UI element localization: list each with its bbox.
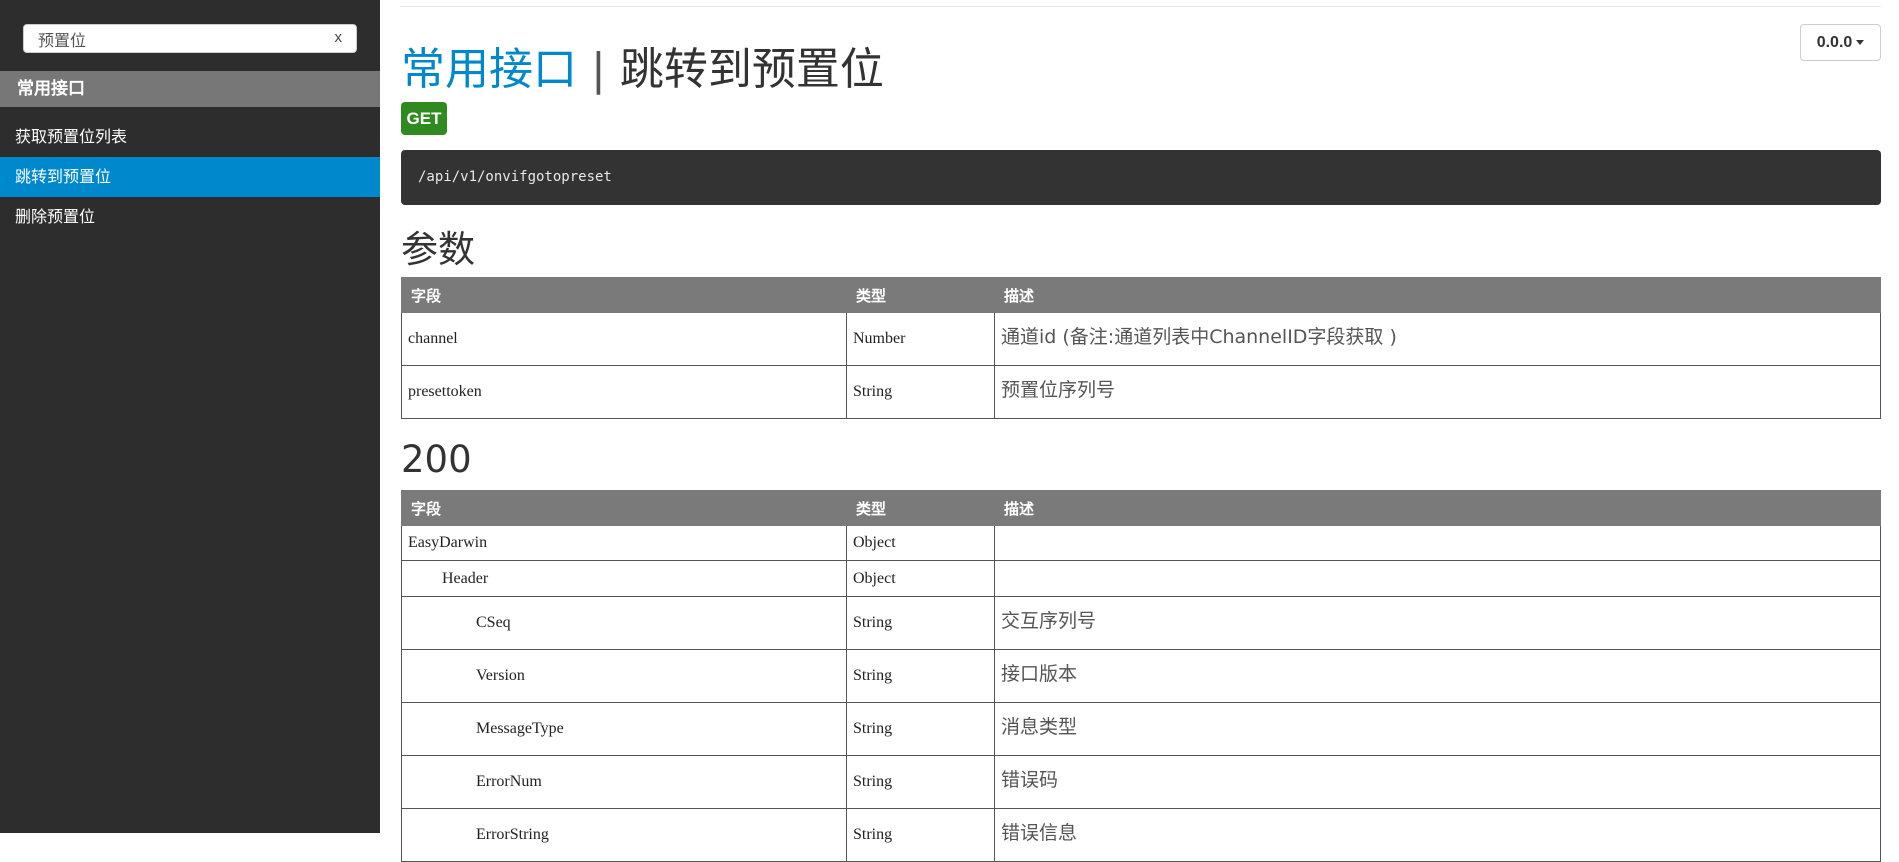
desc-cell: 交互序列号: [994, 596, 1881, 650]
nav-group-title[interactable]: 常用接口: [0, 71, 380, 107]
page-title: 常用接口 | 跳转到预置位: [401, 42, 884, 98]
table-row: MessageType String 消息类型: [401, 702, 1881, 756]
field-cell: CSeq: [401, 596, 847, 650]
column-header-type: 类型: [846, 277, 995, 313]
table-row: ErrorNum String 错误码: [401, 755, 1881, 809]
table-row: Version String 接口版本: [401, 649, 1881, 703]
table-row: CSeq String 交互序列号: [401, 596, 1881, 650]
sidebar: x 常用接口 获取预置位列表 跳转到预置位 删除预置位: [0, 0, 380, 833]
page-title-name: 跳转到预置位: [619, 44, 884, 95]
field-cell: presettoken: [401, 365, 847, 419]
response-table: 字段 类型 描述 EasyDarwin Object Header Object…: [401, 490, 1881, 862]
field-cell: MessageType: [401, 702, 847, 756]
search-input[interactable]: [24, 25, 324, 52]
field-cell: ErrorNum: [401, 755, 847, 809]
type-cell: String: [846, 365, 995, 419]
type-cell: Object: [846, 560, 995, 597]
nav-item-get-preset-list[interactable]: 获取预置位列表: [0, 117, 380, 157]
type-cell: String: [846, 755, 995, 809]
field-cell: Version: [401, 649, 847, 703]
type-cell: String: [846, 649, 995, 703]
desc-cell: 接口版本: [994, 649, 1881, 703]
desc-cell: 消息类型: [994, 702, 1881, 756]
type-cell: Number: [846, 312, 995, 366]
page-title-separator: |: [591, 44, 606, 95]
version-dropdown[interactable]: 0.0.0: [1800, 24, 1881, 61]
desc-cell: 错误码: [994, 755, 1881, 809]
field-cell: EasyDarwin: [401, 525, 847, 561]
type-cell: String: [846, 596, 995, 650]
table-row: EasyDarwin Object: [401, 525, 1881, 561]
nav-list: 获取预置位列表 跳转到预置位 删除预置位: [0, 117, 380, 237]
table-row: Header Object: [401, 560, 1881, 597]
table-header-row: 字段 类型 描述: [401, 490, 1881, 526]
chevron-down-icon: [1856, 40, 1865, 46]
column-header-desc: 描述: [994, 277, 1881, 313]
version-label: 0.0.0: [1816, 34, 1853, 51]
nav-item-goto-preset[interactable]: 跳转到预置位: [0, 157, 380, 197]
column-header-field: 字段: [401, 490, 847, 526]
table-header-row: 字段 类型 描述: [401, 277, 1881, 313]
endpoint-url: /api/v1/onvifgotopreset: [401, 150, 1881, 205]
type-cell: Object: [846, 525, 995, 561]
column-header-desc: 描述: [994, 490, 1881, 526]
desc-cell: 通道id (备注:通道列表中ChannelID字段获取 ): [994, 312, 1881, 366]
column-header-type: 类型: [846, 490, 995, 526]
table-row: ErrorString String 错误信息: [401, 808, 1881, 862]
response-section-title: 200: [401, 438, 472, 481]
desc-cell: 预置位序列号: [994, 365, 1881, 419]
field-cell: ErrorString: [401, 808, 847, 862]
desc-cell: [994, 560, 1881, 597]
type-cell: String: [846, 702, 995, 756]
divider: [400, 6, 1881, 7]
table-row: presettoken String 预置位序列号: [401, 365, 1881, 419]
params-section-title: 参数: [401, 228, 475, 271]
desc-cell: [994, 525, 1881, 561]
page-title-group: 常用接口: [401, 44, 577, 95]
main-content: 0.0.0 常用接口 | 跳转到预置位 GET /api/v1/onvifgot…: [400, 0, 1881, 862]
field-cell: Header: [401, 560, 847, 597]
params-table: 字段 类型 描述 channel Number 通道id (备注:通道列表中Ch…: [401, 277, 1881, 419]
type-cell: String: [846, 808, 995, 862]
column-header-field: 字段: [401, 277, 847, 313]
field-cell: channel: [401, 312, 847, 366]
desc-cell: 错误信息: [994, 808, 1881, 862]
nav-item-delete-preset[interactable]: 删除预置位: [0, 197, 380, 237]
table-row: channel Number 通道id (备注:通道列表中ChannelID字段…: [401, 312, 1881, 366]
clear-search-button[interactable]: x: [335, 29, 343, 46]
http-method-badge: GET: [401, 102, 447, 135]
search-box: x: [23, 24, 357, 53]
